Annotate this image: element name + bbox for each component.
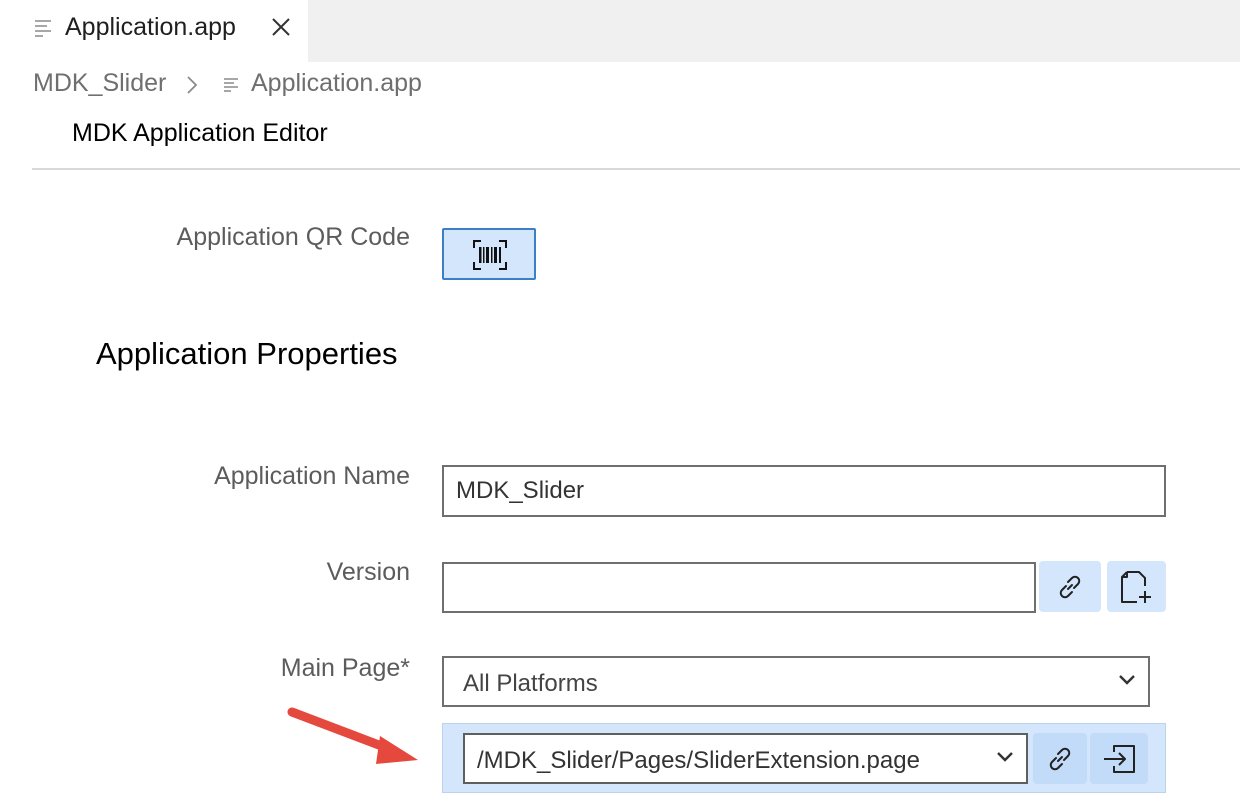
new-file-icon [1121,571,1151,603]
tab-application-app[interactable]: Application.app [0,0,308,62]
platform-select[interactable]: All Platforms [442,656,1150,707]
chevron-down-icon [997,752,1013,762]
section-title: Application Properties [96,336,398,371]
chevron-down-icon [1119,675,1135,685]
file-lines-icon [224,78,238,92]
tab-bar: Application.app [0,0,1240,62]
close-icon[interactable] [270,16,292,38]
qr-code-button[interactable] [442,228,536,280]
divider [32,168,1240,170]
version-input[interactable] [442,562,1036,613]
version-label: Version [326,558,410,586]
chevron-right-icon [187,76,198,94]
platform-select-value: All Platforms [463,670,598,697]
barcode-icon [473,240,507,270]
main-page-label: Main Page* [280,654,410,682]
tab-label: Application.app [65,13,236,41]
main-page-row: /MDK_Slider/Pages/SliderExtension.page [442,723,1166,793]
application-name-input[interactable] [442,465,1166,517]
breadcrumb-file[interactable]: Application.app [251,69,422,98]
main-page-select[interactable]: /MDK_Slider/Pages/SliderExtension.page [463,733,1028,784]
main-page-link-button[interactable] [1033,733,1087,784]
file-lines-icon [35,20,51,37]
version-new-file-button[interactable] [1107,561,1166,612]
annotation-arrow-icon [287,707,418,764]
editor-title: MDK Application Editor [72,119,328,147]
qr-code-label: Application QR Code [176,223,410,251]
breadcrumb-root[interactable]: MDK_Slider [33,69,166,98]
link-icon [1059,575,1081,599]
open-in-icon [1104,745,1135,773]
application-name-label: Application Name [214,462,410,490]
main-page-open-button[interactable] [1090,733,1148,784]
version-link-button[interactable] [1039,561,1101,612]
link-icon [1049,747,1071,771]
main-page-select-value: /MDK_Slider/Pages/SliderExtension.page [477,747,920,774]
